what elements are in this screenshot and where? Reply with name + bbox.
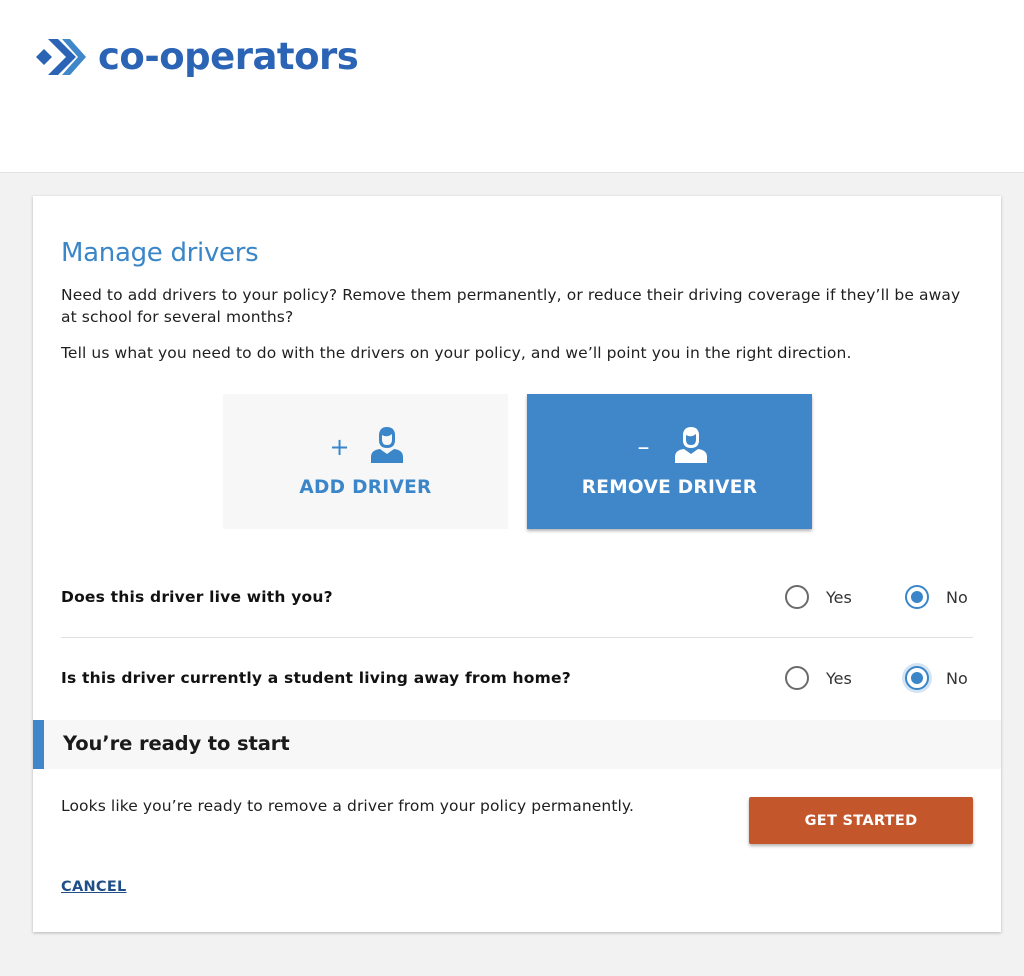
radio-yes[interactable]: Yes xyxy=(785,666,852,690)
question-lives-with-you: Does this driver live with you? Yes No xyxy=(61,558,973,638)
page-instructions: Tell us what you need to do with the dri… xyxy=(61,344,852,362)
manage-drivers-card: Manage drivers Need to add drivers to yo… xyxy=(33,196,1001,932)
minus-icon: – xyxy=(637,433,650,461)
add-driver-label: ADD DRIVER xyxy=(299,477,432,498)
remove-driver-label: REMOVE DRIVER xyxy=(581,477,758,498)
remove-driver-icons: – xyxy=(632,427,708,467)
radio-circle[interactable] xyxy=(905,585,929,609)
question-student-away: Is this driver currently a student livin… xyxy=(61,639,973,719)
remove-driver-button[interactable]: – REMOVE DRIVER xyxy=(527,394,812,529)
double-chevron-logo-icon xyxy=(34,35,86,79)
radio-no[interactable]: No xyxy=(905,585,968,609)
site-header: co-operators xyxy=(0,0,1024,173)
question-text: Is this driver currently a student livin… xyxy=(61,669,571,687)
radio-label: Yes xyxy=(826,587,852,607)
radio-circle[interactable] xyxy=(905,666,929,690)
radio-label: Yes xyxy=(826,668,852,688)
radio-no[interactable]: No xyxy=(905,666,968,690)
get-started-button[interactable]: GET STARTED xyxy=(749,797,973,844)
radio-label: No xyxy=(946,668,968,688)
page-description: Need to add drivers to your policy? Remo… xyxy=(61,286,961,326)
add-driver-button[interactable]: + ADD DRIVER xyxy=(223,394,508,529)
person-icon xyxy=(370,426,404,468)
question-text: Does this driver live with you? xyxy=(61,588,333,606)
add-driver-icons: + xyxy=(328,427,404,467)
radio-label: No xyxy=(946,587,968,607)
ready-title: You’re ready to start xyxy=(63,732,290,755)
ready-message: Looks like you’re ready to remove a driv… xyxy=(61,797,635,815)
brand-name: co-operators xyxy=(98,35,359,78)
ready-accent-bar xyxy=(33,720,44,769)
radio-circle[interactable] xyxy=(785,585,809,609)
plus-icon: + xyxy=(329,433,350,461)
person-icon xyxy=(674,426,708,468)
radio-circle[interactable] xyxy=(785,666,809,690)
ready-banner: You’re ready to start xyxy=(33,720,1001,769)
page-title: Manage drivers xyxy=(61,238,259,268)
brand-logo[interactable]: co-operators xyxy=(34,32,359,82)
radio-yes[interactable]: Yes xyxy=(785,585,852,609)
cancel-link[interactable]: CANCEL xyxy=(61,879,127,895)
